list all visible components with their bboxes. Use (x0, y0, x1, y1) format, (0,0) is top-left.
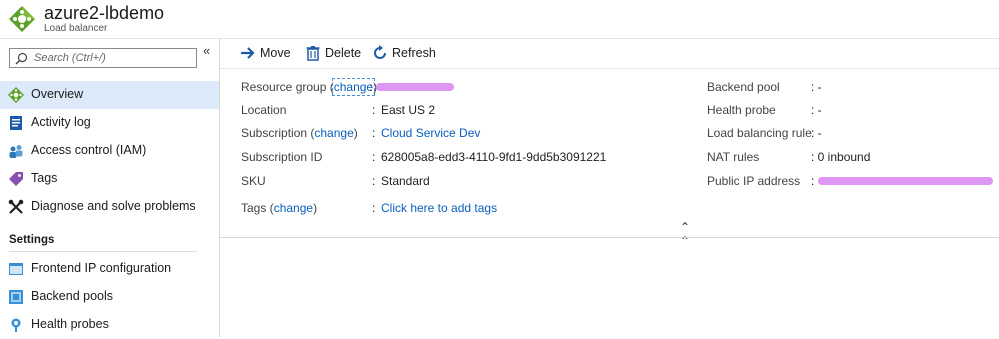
sidebar-item-label: Backend pools (31, 289, 114, 303)
sidebar-item-label: Overview (31, 87, 84, 101)
backend-pool-value: : - (811, 80, 822, 94)
load-balancing-rule-value: : - (811, 126, 822, 140)
divider (9, 251, 197, 252)
location-value: East US 2 (381, 103, 436, 117)
settings-section-header: Settings (9, 234, 55, 246)
load-balancing-rule-label: Load balancing rule (707, 126, 812, 140)
sidebar-item-activity-log[interactable]: Activity log (0, 109, 219, 137)
sku-value: Standard (381, 174, 430, 188)
add-tags-link[interactable]: Click here to add tags (381, 201, 497, 215)
sidebar-item-label: Access control (IAM) (31, 143, 147, 157)
sidebar-item-label: Frontend IP configuration (31, 261, 172, 275)
arrow-right-icon (241, 47, 255, 59)
iam-icon (9, 145, 23, 158)
location-label: Location (241, 103, 287, 117)
tags-change-link[interactable]: change (274, 201, 313, 215)
sidebar-item-label: Activity log (31, 115, 91, 129)
load-balancer-icon (9, 6, 35, 32)
resource-group-label: Resource group (change) (241, 78, 377, 96)
sidebar-item-access-control[interactable]: Access control (IAM) (0, 137, 219, 165)
subscription-id-label: Subscription ID (241, 150, 323, 164)
resource-group-change-link[interactable]: change (331, 78, 376, 96)
sidebar: « Overview Activity log Access control (… (0, 39, 220, 337)
public-ip-label: Public IP address (707, 174, 801, 188)
backend-pool-label: Backend pool (707, 80, 780, 94)
sidebar-item-health-probes[interactable]: Health probes (0, 311, 219, 339)
search-input[interactable] (34, 50, 192, 66)
sidebar-item-frontend-ip[interactable]: Frontend IP configuration (0, 255, 219, 283)
page-subtitle: Load balancer (44, 23, 108, 34)
frontend-ip-icon (9, 263, 23, 275)
sidebar-item-tags[interactable]: Tags (0, 165, 219, 193)
sidebar-item-label: Tags (31, 171, 58, 185)
subscription-id-value: 628005a8-edd3-4110-9fd1-9dd5b3091221 (381, 150, 607, 164)
blade-header: azure2-lbdemo Load balancer (0, 0, 999, 39)
nat-rules-value: : 0 inbound (811, 150, 871, 164)
wrench-icon (8, 199, 24, 214)
sidebar-item-overview[interactable]: Overview (0, 81, 219, 109)
sku-label: SKU (241, 174, 266, 188)
sidebar-item-label: Diagnose and solve problems (31, 199, 196, 213)
subscription-change-link[interactable]: change (314, 126, 353, 140)
nat-rules-label: NAT rules (707, 150, 760, 164)
subscription-link[interactable]: Cloud Service Dev (381, 126, 480, 140)
overview-icon (8, 87, 24, 103)
sidebar-item-backend-pools[interactable]: Backend pools (0, 283, 219, 311)
health-probe-value: : - (811, 103, 822, 117)
health-probe-label: Health probe (707, 103, 776, 117)
command-bar: Move Delete Refresh (220, 39, 999, 69)
health-probe-icon (11, 318, 21, 332)
search-icon (15, 52, 28, 65)
collapse-essentials-icon[interactable]: ⌃ ⌃ (680, 220, 690, 248)
backend-pool-icon (9, 290, 23, 304)
tag-icon (9, 172, 23, 186)
trash-icon (306, 46, 320, 61)
tags-label: Tags (change) (241, 201, 318, 215)
subscription-label: Subscription (change) (241, 126, 358, 140)
collapse-sidebar-button[interactable]: « (203, 43, 210, 58)
essentials-divider (220, 237, 999, 238)
refresh-icon (374, 45, 386, 59)
redacted-public-ip (818, 177, 993, 185)
sidebar-item-diagnose[interactable]: Diagnose and solve problems (0, 193, 219, 221)
activity-log-icon (10, 116, 22, 130)
sidebar-item-label: Health probes (31, 317, 109, 331)
page-title: azure2-lbdemo (44, 3, 165, 23)
redacted-resource-group (376, 83, 454, 91)
search-box (9, 48, 197, 68)
